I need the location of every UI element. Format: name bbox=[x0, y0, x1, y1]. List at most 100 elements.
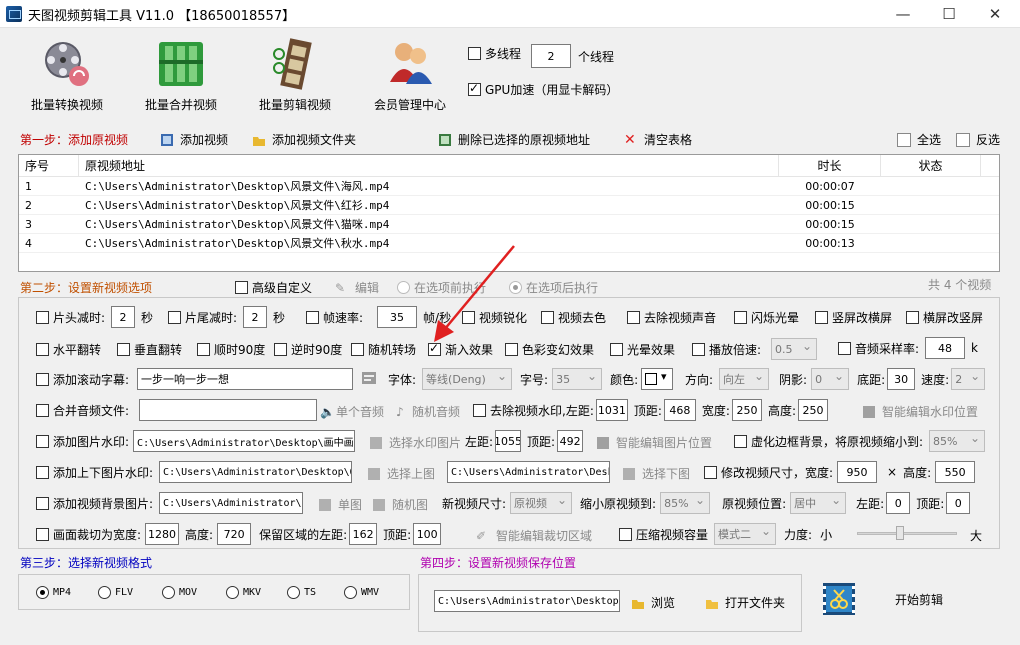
scroll-speed-select[interactable]: 2 bbox=[951, 368, 986, 390]
smart-image-position-button[interactable]: 智能编辑图片位置 bbox=[596, 434, 712, 451]
ccw90-checkbox[interactable] bbox=[274, 343, 287, 356]
compress-mode-select[interactable]: 模式二 bbox=[714, 523, 777, 545]
shrink-select[interactable]: 85% bbox=[660, 492, 711, 514]
image-top-input[interactable]: 492 bbox=[557, 430, 584, 452]
batch-merge-button[interactable]: 批量合并视频 bbox=[126, 38, 236, 113]
cw90-checkbox[interactable] bbox=[197, 343, 210, 356]
smart-crop-button[interactable]: ✐ 智能编辑裁切区域 bbox=[476, 527, 592, 544]
maximize-button[interactable]: ☐ bbox=[926, 0, 972, 28]
scroll-subtitle-checkbox[interactable] bbox=[36, 372, 49, 386]
smart-watermark-button[interactable]: 智能编辑水印位置 bbox=[862, 403, 978, 420]
mute-checkbox[interactable] bbox=[627, 311, 640, 324]
tail-cut-input[interactable]: 2 bbox=[243, 306, 268, 328]
fps-checkbox[interactable] bbox=[306, 310, 319, 324]
format-mkv-radio[interactable] bbox=[226, 586, 239, 599]
resize-width-input[interactable]: 950 bbox=[837, 461, 878, 483]
image-watermark-path[interactable]: C:\Users\Administrator\Desktop\画中画 bbox=[133, 430, 356, 452]
clear-table-button[interactable]: ✕ 清空表格 bbox=[624, 131, 692, 148]
blur-background-checkbox[interactable] bbox=[734, 434, 747, 448]
close-button[interactable]: ✕ bbox=[972, 0, 1018, 28]
font-size-select[interactable]: 35 bbox=[552, 368, 603, 390]
format-wmv-option[interactable]: WMV bbox=[344, 586, 379, 599]
font-select[interactable]: 等线(Deng) bbox=[422, 368, 513, 390]
add-folder-button[interactable]: 添加视频文件夹 bbox=[252, 131, 356, 148]
halo-checkbox[interactable] bbox=[610, 343, 623, 356]
select-all-button[interactable]: 全选 bbox=[897, 131, 941, 148]
resize-checkbox[interactable] bbox=[704, 465, 717, 479]
random-image-button[interactable]: 随机图 bbox=[372, 496, 428, 513]
batch-edit-button[interactable]: 批量剪辑视频 bbox=[240, 38, 350, 113]
subtitle-text-input[interactable]: 一步一响一步一想 bbox=[137, 368, 354, 390]
speed-select[interactable]: 0.5 bbox=[771, 338, 818, 360]
crop-height-input[interactable]: 720 bbox=[217, 523, 252, 545]
new-size-select[interactable]: 原视频 bbox=[510, 492, 573, 514]
watermark-left-input[interactable]: 1031 bbox=[595, 399, 628, 421]
shadow-select[interactable]: 0 bbox=[811, 368, 850, 390]
edit-button[interactable]: ✎ 编辑 bbox=[335, 279, 379, 296]
format-mkv-option[interactable]: MKV bbox=[226, 586, 261, 599]
watermark-width-input[interactable]: 250 bbox=[731, 399, 762, 421]
bottom-image-path[interactable]: C:\Users\Administrator\Desk bbox=[447, 461, 610, 483]
add-video-button[interactable]: 添加视频 bbox=[160, 131, 228, 148]
sample-rate-input[interactable]: 48 bbox=[925, 337, 966, 359]
direction-select[interactable]: 向左 bbox=[719, 368, 770, 390]
thread-count-input[interactable]: 2 bbox=[531, 44, 571, 68]
flash-checkbox[interactable] bbox=[734, 311, 747, 324]
remove-watermark-checkbox[interactable] bbox=[473, 403, 486, 417]
h2v-checkbox[interactable] bbox=[906, 311, 919, 324]
fps-input[interactable]: 35 bbox=[377, 306, 418, 328]
choose-top-image-button[interactable]: 选择上图 bbox=[367, 465, 435, 482]
watermark-top-input[interactable]: 468 bbox=[663, 399, 696, 421]
image-watermark-checkbox[interactable] bbox=[36, 434, 49, 448]
column-header-no[interactable]: 序号 bbox=[19, 155, 79, 177]
speed-checkbox[interactable] bbox=[692, 342, 705, 356]
background-image-path[interactable]: C:\Users\Administrator\D bbox=[159, 492, 304, 514]
choose-watermark-image-button[interactable]: 选择水印图片 bbox=[369, 434, 461, 451]
sample-rate-checkbox[interactable] bbox=[838, 341, 851, 355]
watermark-height-input[interactable]: 250 bbox=[798, 399, 828, 421]
keep-top-input[interactable]: 100 bbox=[413, 523, 442, 545]
table-row[interactable]: 3 C:\Users\Administrator\Desktop\风景文件\猫咪… bbox=[19, 215, 999, 234]
bottom-margin-input[interactable]: 30 bbox=[887, 368, 916, 390]
crop-width-input[interactable]: 1280 bbox=[145, 523, 180, 545]
top-image-path[interactable]: C:\Users\Administrator\Desktop\Q bbox=[159, 461, 353, 483]
format-mov-radio[interactable] bbox=[162, 586, 175, 599]
delete-selected-button[interactable]: 删除已选择的原视频地址 bbox=[438, 131, 590, 148]
blur-scale-select[interactable]: 85% bbox=[929, 430, 986, 452]
minimize-button[interactable]: — bbox=[880, 0, 926, 28]
batch-convert-button[interactable]: 批量转换视频 bbox=[12, 38, 122, 113]
invert-selection-button[interactable]: 反选 bbox=[956, 131, 1000, 148]
column-header-status[interactable]: 状态 bbox=[881, 155, 981, 177]
crop-checkbox[interactable] bbox=[36, 527, 49, 541]
format-mp4-radio[interactable] bbox=[36, 586, 49, 599]
start-edit-icon[interactable] bbox=[822, 582, 856, 616]
position-select[interactable]: 居中 bbox=[790, 492, 847, 514]
top-bottom-watermark-checkbox[interactable] bbox=[36, 465, 49, 479]
advanced-custom-option[interactable]: 高级自定义 bbox=[235, 279, 312, 296]
slider-thumb[interactable] bbox=[896, 526, 904, 540]
format-ts-option[interactable]: TS bbox=[287, 586, 316, 599]
head-cut-checkbox[interactable] bbox=[36, 310, 49, 324]
multithread-option[interactable]: 多线程 bbox=[468, 45, 521, 62]
random-transition-checkbox[interactable] bbox=[351, 343, 364, 356]
decolor-checkbox[interactable] bbox=[541, 311, 554, 324]
multithread-checkbox[interactable] bbox=[468, 47, 481, 60]
column-header-path[interactable]: 原视频地址 bbox=[79, 155, 779, 177]
format-flv-option[interactable]: FLV bbox=[98, 586, 133, 599]
compress-checkbox[interactable] bbox=[619, 527, 632, 541]
save-path-input[interactable]: C:\Users\Administrator\Desktop bbox=[434, 590, 620, 612]
bg-left-input[interactable]: 0 bbox=[886, 492, 911, 514]
tail-cut-checkbox[interactable] bbox=[168, 310, 181, 324]
gpu-checkbox[interactable] bbox=[468, 81, 481, 96]
image-left-input[interactable]: 1055 bbox=[495, 430, 522, 452]
format-wmv-radio[interactable] bbox=[344, 586, 357, 599]
format-mp4-option[interactable]: MP4 bbox=[36, 586, 71, 599]
format-flv-radio[interactable] bbox=[98, 586, 111, 599]
head-cut-input[interactable]: 2 bbox=[111, 306, 136, 328]
member-center-button[interactable]: 会员管理中心 bbox=[355, 38, 465, 113]
single-audio-button[interactable]: 🔈 单个音频 bbox=[320, 403, 384, 420]
column-header-duration[interactable]: 时长 bbox=[779, 155, 881, 177]
strength-slider[interactable] bbox=[857, 526, 957, 540]
subtitle-edit-icon[interactable] bbox=[361, 371, 377, 385]
choose-bottom-image-button[interactable]: 选择下图 bbox=[622, 465, 690, 482]
